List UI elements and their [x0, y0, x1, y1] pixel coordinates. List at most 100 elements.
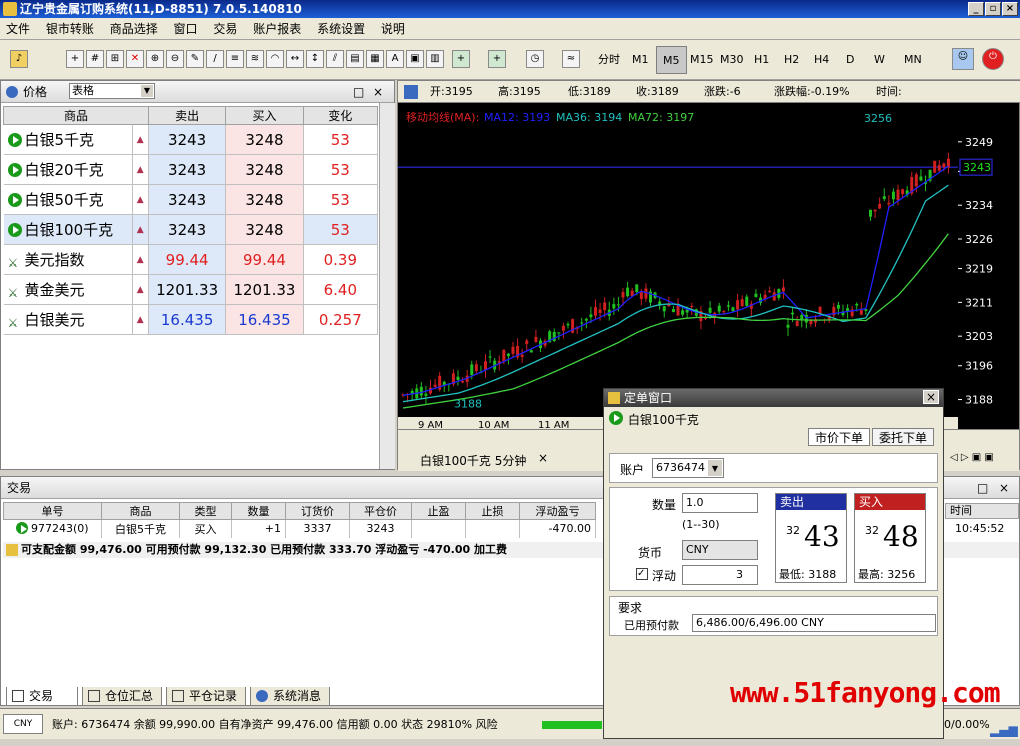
chart-icon[interactable]: ▲: [132, 124, 149, 155]
grid-icon[interactable]: #: [86, 50, 104, 68]
delete-icon[interactable]: ✕: [126, 50, 144, 68]
buy-price[interactable]: 99.44: [225, 244, 304, 275]
chart-icon[interactable]: ▲: [132, 274, 149, 305]
crosshair-icon[interactable]: +: [66, 50, 84, 68]
table-row[interactable]: ⚔ 白银美元 ▲ 16.435 16.435 0.257: [3, 304, 379, 335]
col-pl[interactable]: 浮动盈亏: [519, 502, 596, 520]
restore-button[interactable]: ▫: [985, 2, 1001, 16]
col-product[interactable]: 商品: [3, 106, 149, 125]
clock-icon[interactable]: ◷: [526, 50, 544, 68]
tab-close-records[interactable]: 平仓记录: [166, 687, 246, 706]
table-row[interactable]: 977243(0) 白银5千克 买入 +1 3337 3243 -470.00: [3, 519, 596, 538]
menu-file[interactable]: 文件: [0, 18, 36, 40]
tab-market-order[interactable]: 市价下单: [808, 428, 871, 446]
table-row[interactable]: 白银20千克 ▲ 3243 3248 53: [3, 154, 379, 185]
col-order-id[interactable]: 单号: [3, 502, 102, 520]
buy-quote-button[interactable]: 买入 32 48 最高: 3256: [854, 493, 926, 583]
arc-icon[interactable]: ◠: [266, 50, 284, 68]
menu-product-select[interactable]: 商品选择: [104, 18, 164, 40]
col-order-price[interactable]: 订货价: [285, 502, 350, 520]
table-row[interactable]: 白银50千克 ▲ 3243 3248 53: [3, 184, 379, 215]
col-type[interactable]: 类型: [179, 502, 232, 520]
tf-tick[interactable]: 分时: [592, 46, 626, 74]
table-row[interactable]: ⚔ 美元指数 ▲ 99.44 99.44 0.39: [3, 244, 379, 275]
chart-icon[interactable]: ▲: [132, 184, 149, 215]
image-icon[interactable]: ▣: [406, 50, 424, 68]
menu-bank-transfer[interactable]: 银市转账: [40, 18, 100, 40]
maximize-panel-icon[interactable]: □: [353, 81, 364, 103]
close-icon[interactable]: ×: [923, 390, 939, 404]
buy-price[interactable]: 3248: [225, 154, 304, 185]
tab-nav-icon[interactable]: ◁ ▷ ▣ ▣: [950, 452, 994, 463]
col-change[interactable]: 变化: [302, 106, 379, 125]
chart-icon[interactable]: ▲: [132, 154, 149, 185]
tf-h4[interactable]: H4: [808, 46, 835, 74]
col-buy[interactable]: 买入: [225, 106, 304, 125]
tab-pending-order[interactable]: 委托下单: [872, 428, 935, 446]
menu-account-report[interactable]: 账户报表: [247, 18, 307, 40]
add-indicator-icon[interactable]: +: [452, 50, 470, 68]
buy-price[interactable]: 3248: [225, 214, 304, 245]
channel-icon[interactable]: ⫽: [326, 50, 344, 68]
float-input[interactable]: 3: [682, 565, 758, 585]
menu-window[interactable]: 窗口: [168, 18, 204, 40]
sell-price[interactable]: 3243: [148, 214, 227, 245]
qty-input[interactable]: 1.0: [682, 493, 758, 513]
view-select[interactable]: 表格 ▼: [69, 83, 155, 99]
col-time[interactable]: 时间: [945, 503, 1019, 519]
sell-price[interactable]: 99.44: [148, 244, 227, 275]
account-select[interactable]: 6736474 ▼: [652, 458, 724, 478]
sell-price[interactable]: 3243: [148, 124, 227, 155]
grid-lines-icon[interactable]: ⊞: [106, 50, 124, 68]
sell-price[interactable]: 16.435: [148, 304, 227, 335]
close-panel-icon[interactable]: ×: [999, 477, 1009, 499]
pencil-icon[interactable]: ✎: [186, 50, 204, 68]
sell-price[interactable]: 3243: [148, 184, 227, 215]
bars-icon[interactable]: ▥: [426, 50, 444, 68]
chart-icon[interactable]: ▲: [132, 304, 149, 335]
buy-price[interactable]: 1201.33: [225, 274, 304, 305]
user-icon[interactable]: ☺: [952, 48, 974, 70]
fan-icon[interactable]: ≡: [226, 50, 244, 68]
tab-system-messages[interactable]: 系统消息: [250, 687, 330, 706]
minimize-button[interactable]: _: [968, 2, 984, 16]
buy-price[interactable]: 3248: [225, 184, 304, 215]
zoom-in-icon[interactable]: ⊕: [146, 50, 164, 68]
col-qty[interactable]: 数量: [231, 502, 286, 520]
float-checkbox[interactable]: ✓: [636, 568, 648, 580]
tf-m1[interactable]: M1: [626, 46, 655, 74]
price-scrollbar[interactable]: [379, 103, 395, 469]
close-button[interactable]: ×: [1002, 2, 1018, 16]
col-sl[interactable]: 止损: [465, 502, 520, 520]
bell-icon[interactable]: ♪: [10, 50, 28, 68]
tf-mn[interactable]: MN: [898, 46, 928, 74]
tf-w[interactable]: W: [868, 46, 891, 74]
line-icon[interactable]: /: [206, 50, 224, 68]
chart-icon[interactable]: ▲: [132, 244, 149, 275]
sell-price[interactable]: 3243: [148, 154, 227, 185]
col-close-price[interactable]: 平仓价: [349, 502, 412, 520]
col-product[interactable]: 商品: [101, 502, 180, 520]
close-panel-icon[interactable]: ×: [373, 81, 383, 103]
menu-trade[interactable]: 交易: [207, 18, 243, 40]
chart-icon[interactable]: ▲: [132, 214, 149, 245]
fibo-icon[interactable]: ≋: [246, 50, 264, 68]
col-sell[interactable]: 卖出: [147, 106, 227, 125]
menu-help[interactable]: 说明: [375, 18, 411, 40]
hline-icon[interactable]: ↔: [286, 50, 304, 68]
text-icon[interactable]: A: [386, 50, 404, 68]
table-row[interactable]: 白银100千克 ▲ 3243 3248 53: [3, 214, 379, 245]
close-tab-icon[interactable]: ×: [538, 451, 548, 465]
tab-position-summary[interactable]: 仓位汇总: [82, 687, 162, 706]
vline-icon[interactable]: ↕: [306, 50, 324, 68]
add-chart-icon[interactable]: +: [488, 50, 506, 68]
tf-d[interactable]: D: [840, 46, 860, 74]
menu-settings[interactable]: 系统设置: [311, 18, 371, 40]
grid2-icon[interactable]: ▦: [366, 50, 384, 68]
tab-trade[interactable]: 交易: [6, 687, 78, 706]
chart-type-icon[interactable]: ≈: [562, 50, 580, 68]
buy-price[interactable]: 3248: [225, 124, 304, 155]
table-row[interactable]: ⚔ 黄金美元 ▲ 1201.33 1201.33 6.40: [3, 274, 379, 305]
buy-price[interactable]: 16.435: [225, 304, 304, 335]
zoom-out-icon[interactable]: ⊖: [166, 50, 184, 68]
